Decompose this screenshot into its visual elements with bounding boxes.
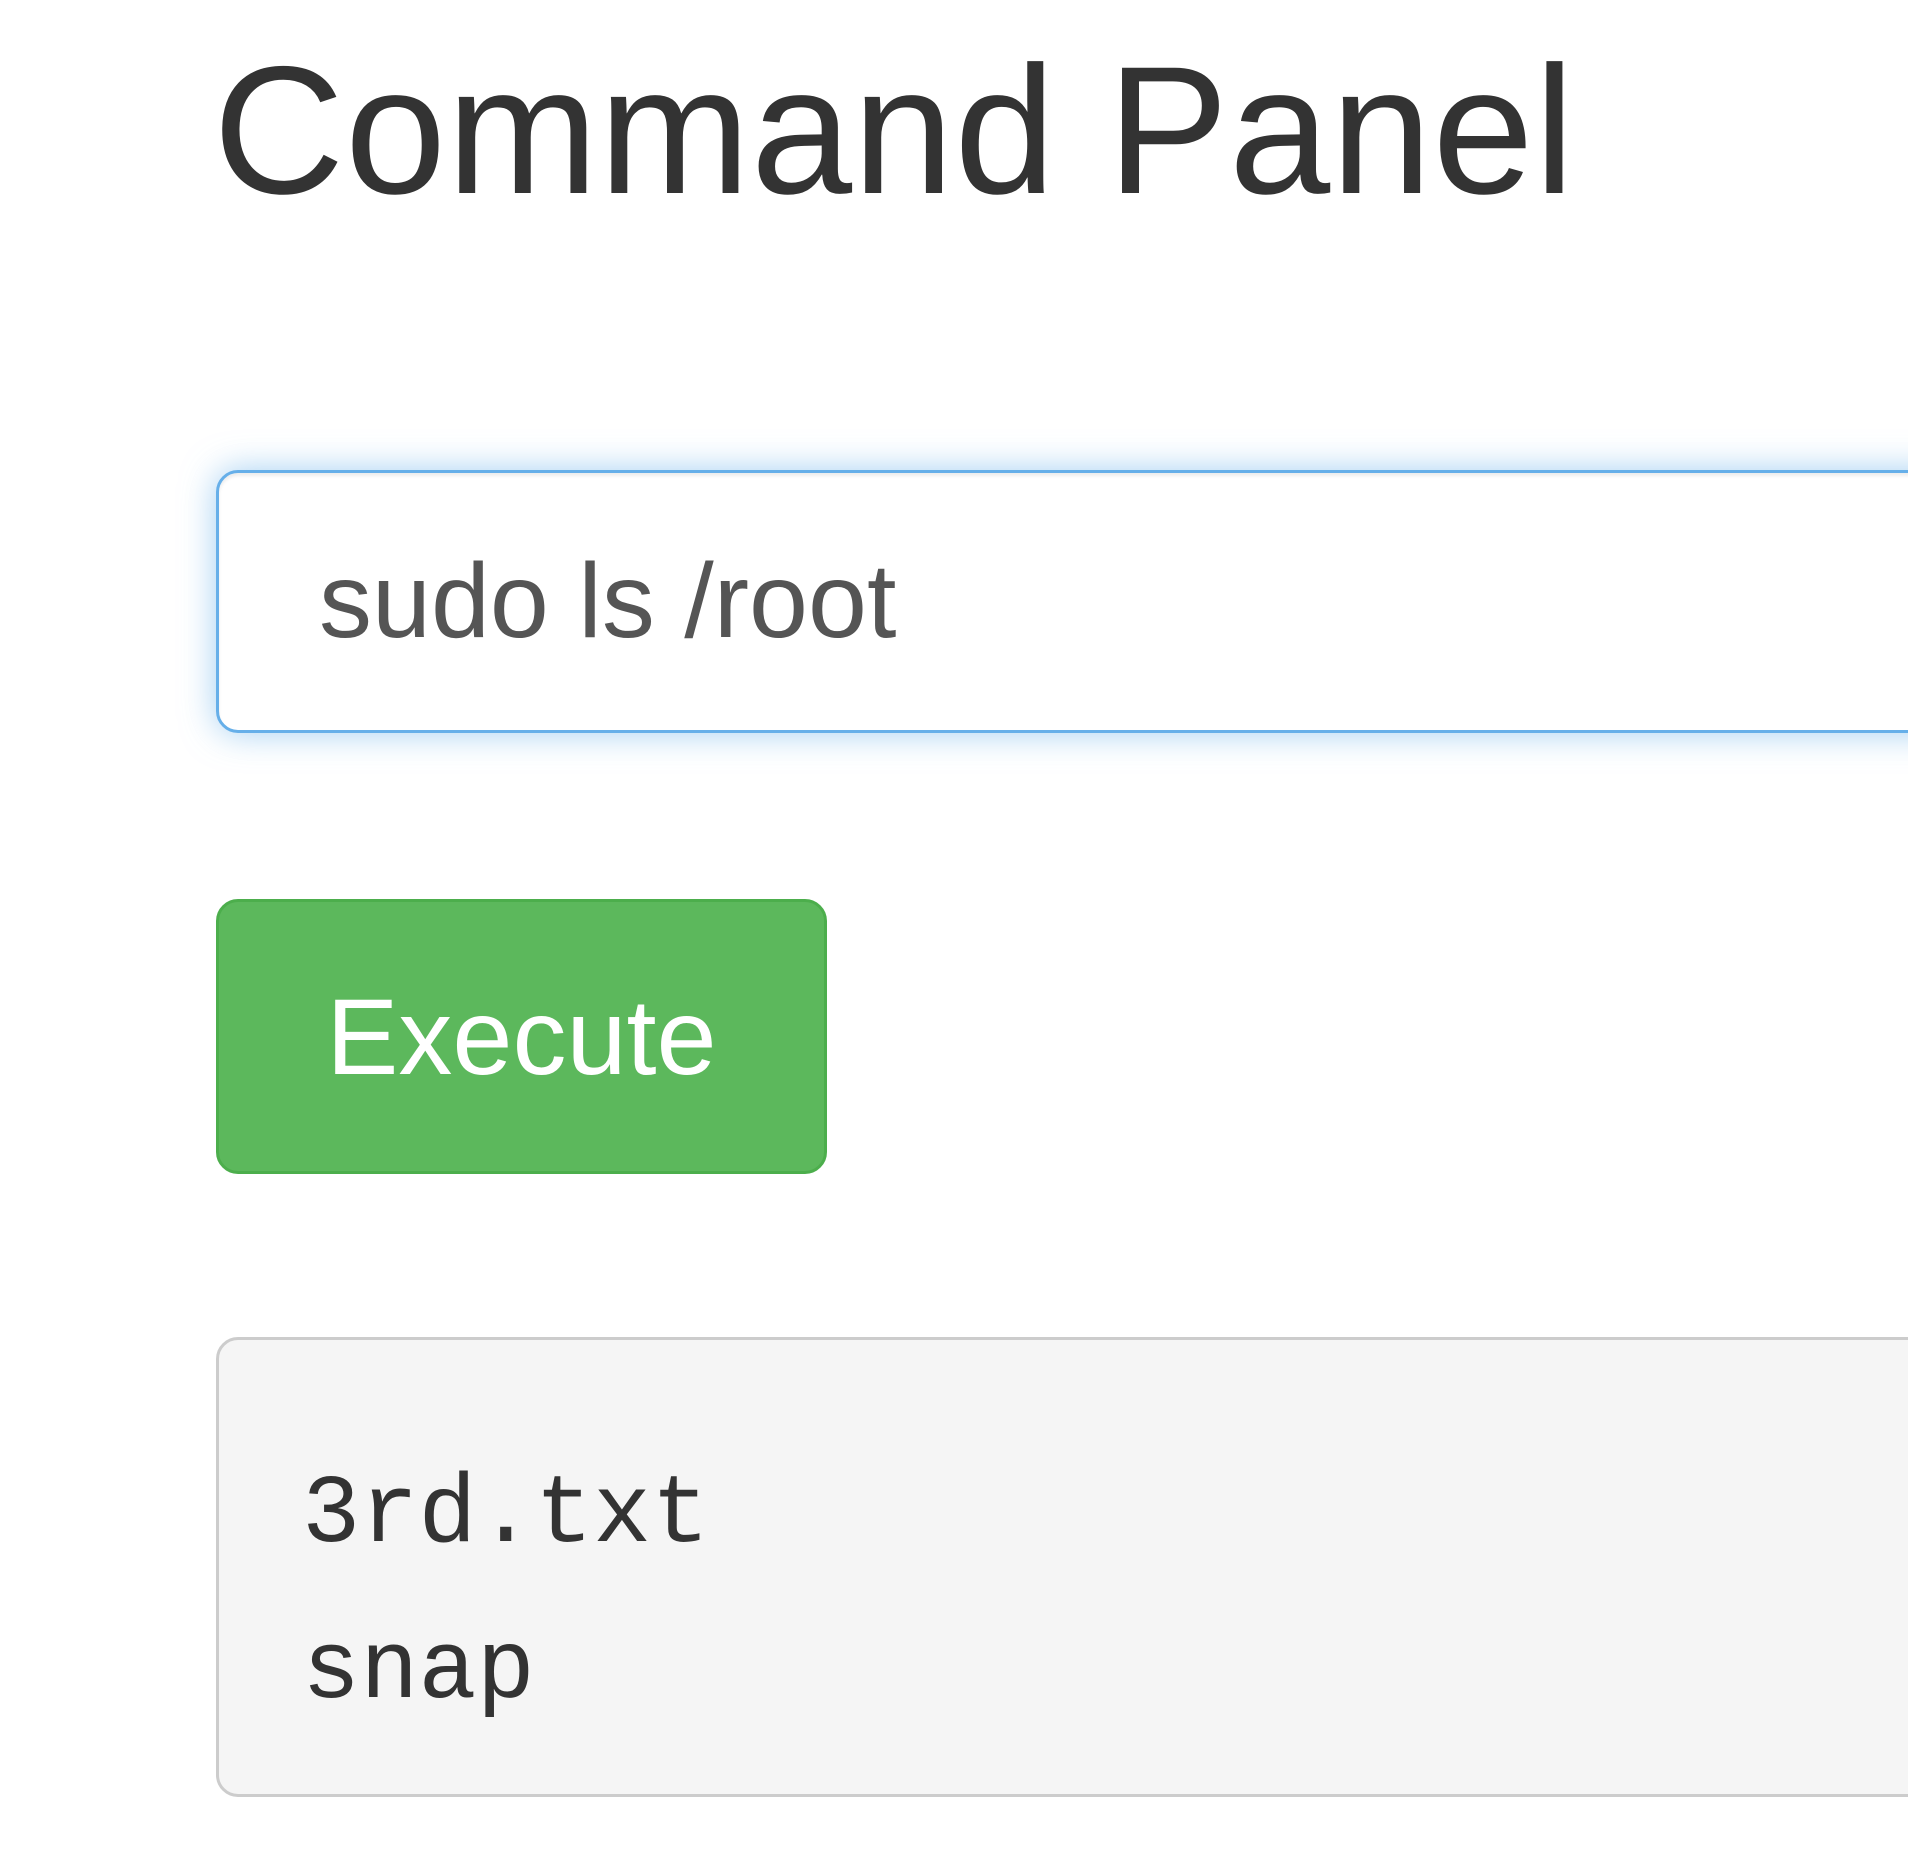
command-output: 3rd.txt snap: [216, 1337, 1908, 1797]
command-input[interactable]: [216, 470, 1908, 733]
page-title: Command Panel: [213, 28, 1576, 232]
output-line: 3rd.txt: [302, 1461, 710, 1571]
execute-button[interactable]: Execute: [216, 899, 827, 1174]
output-line: snap: [302, 1617, 535, 1727]
